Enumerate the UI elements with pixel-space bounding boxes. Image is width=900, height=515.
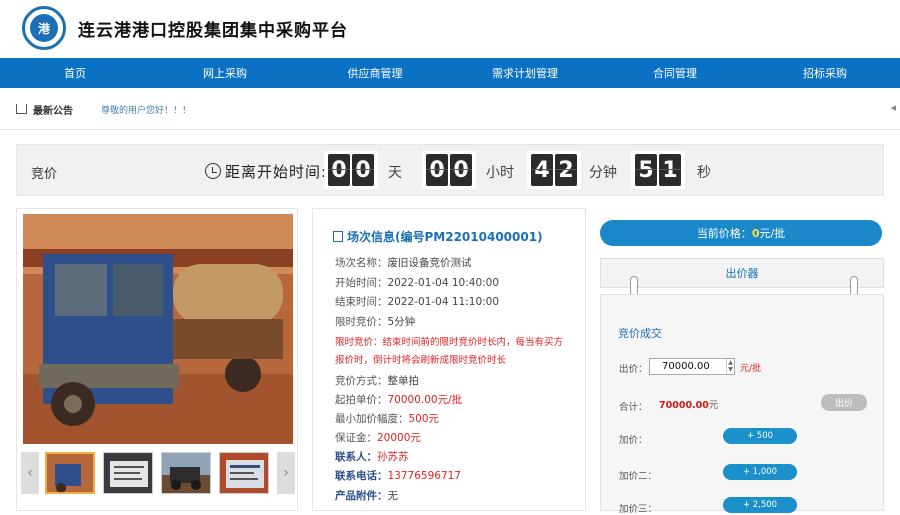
- increment-label: 加价：: [619, 435, 648, 446]
- bidder-tab[interactable]: 出价器: [600, 258, 884, 288]
- main-photo[interactable]: [23, 214, 293, 444]
- photo-gallery: ‹ ›: [16, 208, 298, 511]
- nav-home[interactable]: 首页: [0, 58, 150, 88]
- chevron-left-icon[interactable]: ◂: [890, 101, 896, 114]
- info-row-deposit: 保证金：20000元: [335, 432, 421, 444]
- info-row-rule-cont: 报价时，倒计时将会刷新成限时竞价时长: [335, 355, 507, 366]
- site-header: 港 连云港港口控股集团集中采购平台: [0, 0, 900, 58]
- minutes-unit: 分钟: [589, 165, 617, 181]
- current-price-value: 0: [751, 226, 760, 240]
- increment-label: 加价二：: [619, 471, 658, 482]
- nav-supplier-management[interactable]: 供应商管理: [300, 58, 450, 88]
- main-nav: 首页 网上采购 供应商管理 需求计划管理 合同管理 招标采购: [0, 58, 900, 88]
- bid-form-title: 竞价成交: [618, 327, 662, 340]
- info-row-name: 场次名称：废旧设备竞价测试: [335, 257, 472, 269]
- hours-unit: 小时: [486, 165, 514, 181]
- notice-title: 最新公告: [33, 106, 73, 117]
- nav-demand-plan[interactable]: 需求计划管理: [450, 58, 600, 88]
- total-label: 合计：: [619, 402, 648, 413]
- seconds-unit: 秒: [697, 165, 711, 181]
- info-row-phone: 联系电话：13776596717: [335, 470, 461, 482]
- bid-label: 出价：: [619, 364, 648, 375]
- chevron-right-icon[interactable]: ›: [277, 452, 295, 494]
- current-price-unit: 元/批: [759, 227, 786, 240]
- info-row-time-limit: 限时竞价：5分钟: [335, 316, 416, 328]
- countdown-minutes: 4 2: [531, 154, 577, 186]
- days-digit: 0: [352, 154, 374, 186]
- thumbnail[interactable]: [45, 452, 95, 494]
- nav-tender-purchase[interactable]: 招标采购: [750, 58, 900, 88]
- increment-label: 加价三：: [619, 504, 658, 515]
- info-row-start: 开始时间：2022-01-04 10:40:00: [335, 277, 500, 289]
- info-row-end: 结束时间：2022-01-04 11:10:00: [335, 296, 500, 308]
- hours-digit: 0: [450, 154, 472, 186]
- countdown-seconds: 5 1: [635, 154, 681, 186]
- auction-label: 竞价: [31, 167, 58, 182]
- info-row-contact: 联系人：孙苏苏: [335, 451, 409, 463]
- thumbnail[interactable]: [219, 452, 269, 494]
- total-value: 70000.00元: [659, 400, 719, 411]
- session-info-title-text: 场次信息(编号PM22010400001): [347, 230, 543, 244]
- info-row-min-increment: 最小加价幅度：500元: [335, 413, 440, 425]
- document-icon: [333, 231, 343, 242]
- info-row-method: 竞价方式：整单拍: [335, 375, 419, 387]
- bid-amount-input[interactable]: 70000.00 ▲ ▼: [649, 358, 735, 375]
- current-price-label: 当前价格：: [696, 227, 752, 240]
- bid-form: 竞价成交 出价： 70000.00 ▲ ▼ 元/批 合计： 70000.00元 出…: [600, 294, 884, 515]
- nav-contract-management[interactable]: 合同管理: [600, 58, 750, 88]
- days-digit: 0: [328, 154, 350, 186]
- bidding-panel: 当前价格： 0 元/批 出价器 竞价成交 出价： 70000.00 ▲ ▼ 元/批 合…: [598, 208, 884, 515]
- seconds-digit: 5: [635, 154, 657, 186]
- countdown-days: 0 0: [328, 154, 374, 186]
- truck-photo-icon: [23, 214, 293, 444]
- alarm-clock-icon: [205, 163, 221, 179]
- session-info-panel: 场次信息(编号PM22010400001) 场次名称：废旧设备竞价测试 开始时间…: [312, 208, 586, 511]
- seconds-digit: 1: [659, 154, 681, 186]
- chevron-left-icon[interactable]: ‹: [21, 452, 39, 494]
- minutes-digit: 4: [531, 154, 553, 186]
- info-row-start-price: 起拍单价：70000.00元/批: [335, 394, 463, 406]
- add-1000-button[interactable]: + 1,000: [723, 464, 797, 480]
- notice-text[interactable]: 尊敬的用户您好！！！: [101, 103, 191, 116]
- days-unit: 天: [388, 165, 402, 181]
- stepper-icon[interactable]: ▲ ▼: [726, 359, 734, 374]
- nav-online-purchase[interactable]: 网上采购: [150, 58, 300, 88]
- minutes-digit: 2: [555, 154, 577, 186]
- thumbnail[interactable]: [161, 452, 211, 494]
- session-info-title: 场次信息(编号PM22010400001): [333, 228, 543, 245]
- bid-amount-value: 70000.00: [662, 361, 710, 372]
- submit-bid-button[interactable]: 出价: [821, 394, 867, 411]
- site-title: 连云港港口控股集团集中采购平台: [78, 21, 348, 41]
- auction-countdown-bar: 竞价 距离开始时间: 0 0 天 0 0 小时 4 2 分钟 5 1 秒: [16, 144, 884, 196]
- current-price-pill: 当前价格： 0 元/批: [600, 220, 882, 246]
- thumbnail-strip: ‹ ›: [21, 452, 295, 494]
- countdown-hours: 0 0: [426, 154, 472, 186]
- bid-unit: 元/批: [740, 364, 762, 374]
- notice-bar: 最新公告 尊敬的用户您好！！！ ◂: [0, 88, 900, 130]
- countdown-label: 距离开始时间:: [225, 163, 328, 181]
- notice-icon: [16, 104, 27, 114]
- logo[interactable]: 港: [22, 6, 66, 50]
- info-row-attachment: 产品附件：无: [335, 490, 398, 502]
- port-logo-icon: 港: [30, 14, 58, 42]
- hours-digit: 0: [426, 154, 448, 186]
- thumbnail[interactable]: [103, 452, 153, 494]
- add-500-button[interactable]: + 500: [723, 428, 797, 444]
- info-row-rule: 限时竞价：结束时间前的限时竞价时长内，每当有买方: [335, 337, 564, 348]
